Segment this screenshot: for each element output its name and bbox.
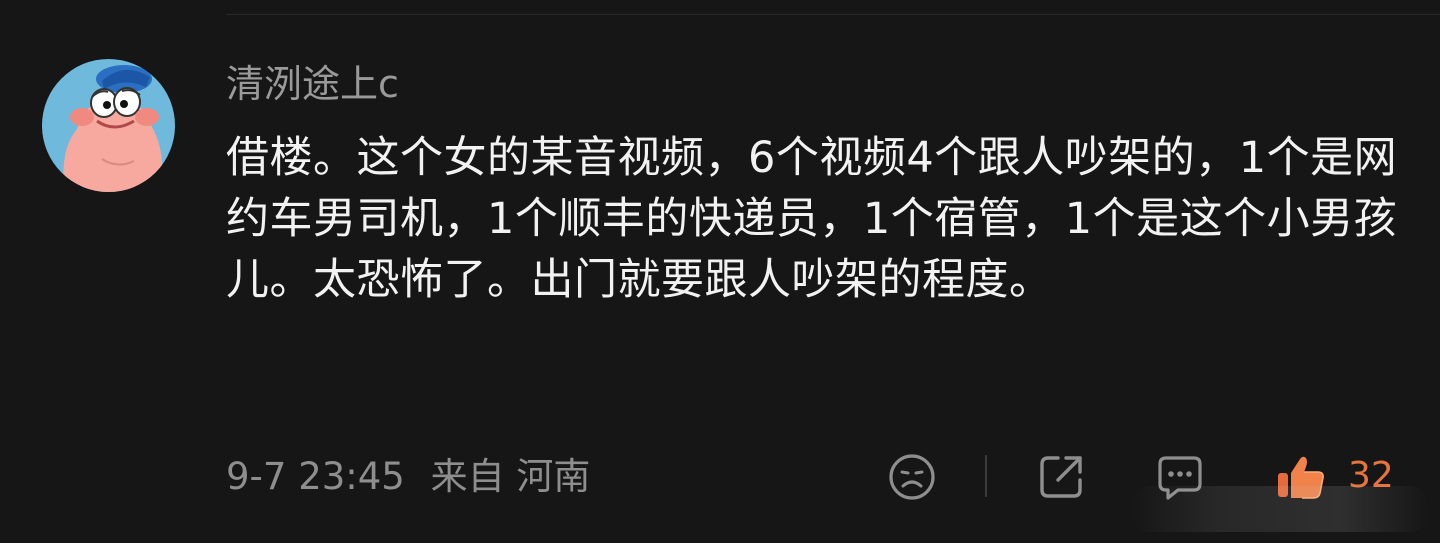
watermark — [1130, 486, 1430, 532]
avatar[interactable] — [42, 59, 175, 192]
dislike-button[interactable] — [885, 449, 939, 505]
timestamp: 9-7 23:45 — [226, 455, 405, 498]
sad-face-icon — [889, 454, 935, 500]
comment-meta: 9-7 23:45 来自 河南 — [226, 452, 604, 502]
patrick-star-avatar-icon — [42, 59, 175, 192]
username[interactable]: 清洌途上c — [226, 58, 399, 110]
share-button[interactable] — [1034, 449, 1088, 505]
top-divider — [226, 14, 1440, 15]
share-icon — [1040, 456, 1082, 498]
action-divider — [985, 455, 987, 497]
location: 来自 河南 — [430, 455, 591, 498]
comment-text: 借楼。这个女的某音视频，6个视频4个跟人吵架的，1个是网约车男司机，1个顺丰的快… — [226, 133, 1398, 305]
